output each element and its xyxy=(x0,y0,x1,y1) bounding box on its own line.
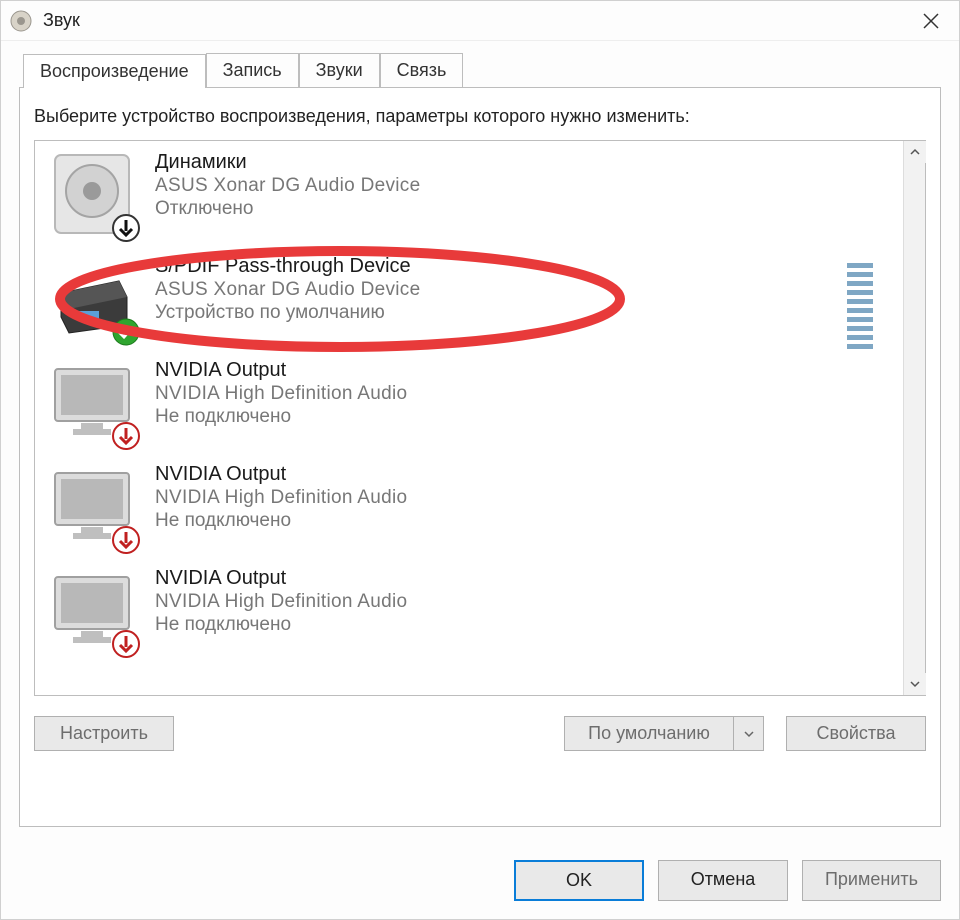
titlebar: Звук xyxy=(1,1,959,41)
device-status: Отключено xyxy=(155,198,420,220)
sound-dialog: Звук Воспроизведение Запись Звуки Связь … xyxy=(0,0,960,920)
device-title: NVIDIA Output xyxy=(155,567,407,590)
spdif-icon xyxy=(47,253,137,343)
device-nvidia-1[interactable]: NVIDIA Output NVIDIA High Definition Aud… xyxy=(35,349,903,453)
device-subtitle: ASUS Xonar DG Audio Device xyxy=(155,279,420,301)
unplugged-badge-icon xyxy=(111,525,141,555)
tabstrip: Воспроизведение Запись Звуки Связь xyxy=(23,53,941,87)
device-status: Не подключено xyxy=(155,406,407,428)
scroll-down-icon[interactable] xyxy=(904,673,926,695)
instruction-text: Выберите устройство воспроизведения, пар… xyxy=(34,104,926,128)
device-subtitle: NVIDIA High Definition Audio xyxy=(155,591,407,613)
set-default-button[interactable]: По умолчанию xyxy=(564,716,734,751)
device-subtitle: NVIDIA High Definition Audio xyxy=(155,487,407,509)
listbox-scrollbar[interactable] xyxy=(903,141,925,695)
playback-panel: Выберите устройство воспроизведения, пар… xyxy=(19,87,941,827)
unplugged-badge-icon xyxy=(111,421,141,451)
device-title: NVIDIA Output xyxy=(155,359,407,382)
apply-button[interactable]: Применить xyxy=(802,860,941,901)
cancel-button[interactable]: Отмена xyxy=(658,860,788,901)
chevron-down-icon xyxy=(744,729,754,739)
content: Воспроизведение Запись Звуки Связь Выбер… xyxy=(1,41,959,848)
panel-button-row: Настроить По умолчанию Свойства xyxy=(34,716,926,751)
default-badge-icon xyxy=(111,317,141,347)
monitor-icon xyxy=(47,461,137,551)
configure-button[interactable]: Настроить xyxy=(34,716,174,751)
device-nvidia-2[interactable]: NVIDIA Output NVIDIA High Definition Aud… xyxy=(35,453,903,557)
device-nvidia-3[interactable]: NVIDIA Output NVIDIA High Definition Aud… xyxy=(35,557,903,661)
scroll-up-icon[interactable] xyxy=(904,141,926,163)
device-title: Динамики xyxy=(155,151,420,174)
device-subtitle: ASUS Xonar DG Audio Device xyxy=(155,175,420,197)
device-spdif[interactable]: S/PDIF Pass-through Device ASUS Xonar DG… xyxy=(35,245,903,349)
monitor-icon xyxy=(47,565,137,655)
close-button[interactable] xyxy=(911,1,951,41)
device-status: Устройство по умолчанию xyxy=(155,302,420,324)
close-icon xyxy=(922,12,940,30)
device-title: S/PDIF Pass-through Device xyxy=(155,255,420,278)
monitor-icon xyxy=(47,357,137,447)
disabled-badge-icon xyxy=(111,213,141,243)
tab-recording[interactable]: Запись xyxy=(206,53,299,87)
properties-button[interactable]: Свойства xyxy=(786,716,926,751)
tab-communications[interactable]: Связь xyxy=(380,53,464,87)
device-listbox: Динамики ASUS Xonar DG Audio Device Откл… xyxy=(34,140,926,696)
ok-button[interactable]: OK xyxy=(514,860,644,901)
set-default-split-button: По умолчанию xyxy=(564,716,764,751)
device-subtitle: NVIDIA High Definition Audio xyxy=(155,383,407,405)
device-speakers[interactable]: Динамики ASUS Xonar DG Audio Device Откл… xyxy=(35,141,903,245)
speaker-icon xyxy=(47,149,137,239)
device-list[interactable]: Динамики ASUS Xonar DG Audio Device Откл… xyxy=(35,141,903,695)
device-status: Не подключено xyxy=(155,510,407,532)
window-title: Звук xyxy=(43,10,911,31)
device-title: NVIDIA Output xyxy=(155,463,407,486)
unplugged-badge-icon xyxy=(111,629,141,659)
sound-icon xyxy=(9,9,33,33)
level-meter xyxy=(847,263,873,349)
set-default-dropdown[interactable] xyxy=(734,716,764,751)
device-status: Не подключено xyxy=(155,614,407,636)
tab-sounds[interactable]: Звуки xyxy=(299,53,380,87)
tab-playback[interactable]: Воспроизведение xyxy=(23,54,206,88)
dialog-button-row: OK Отмена Применить xyxy=(1,848,959,919)
